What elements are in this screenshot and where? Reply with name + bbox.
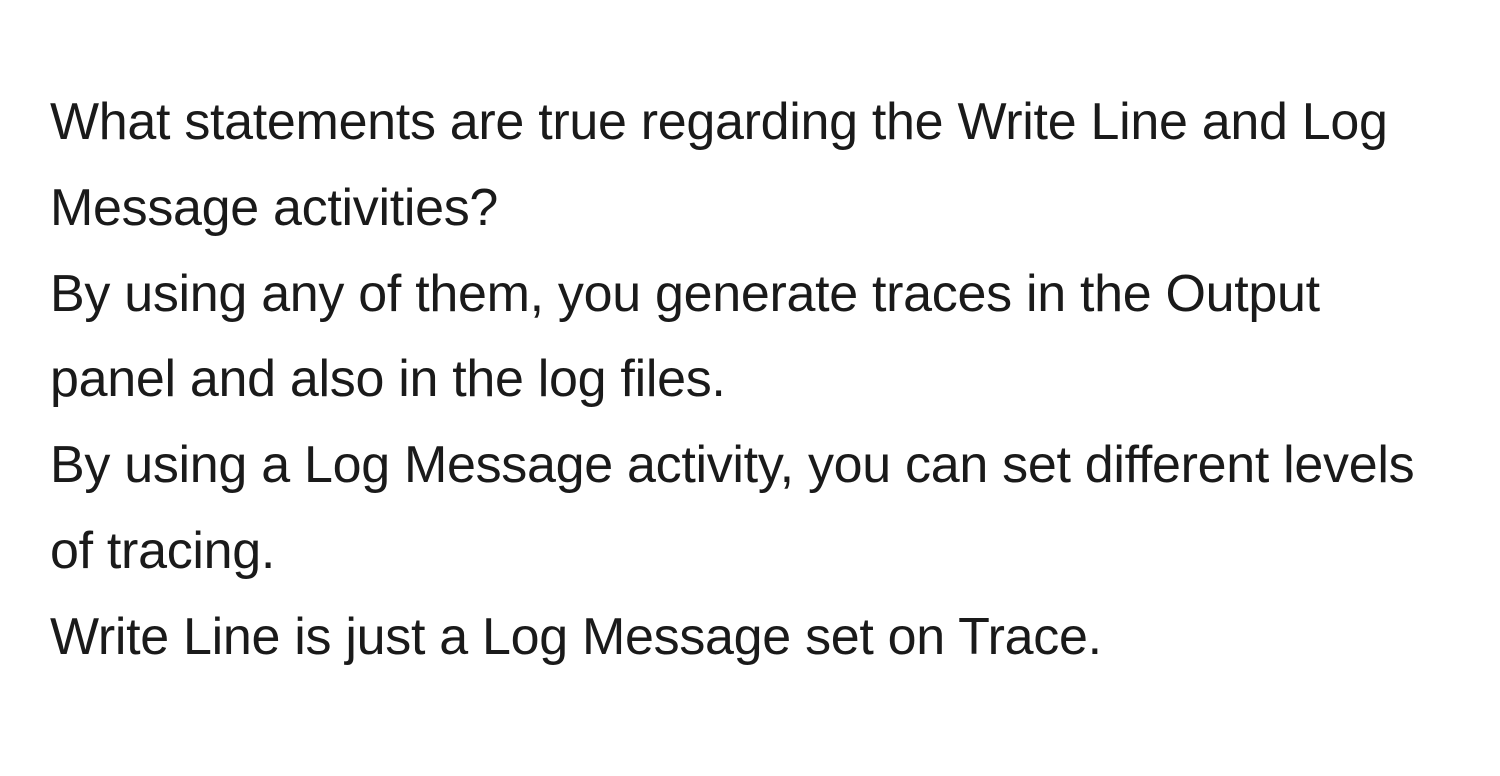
option-1-text: By using any of them, you generate trace…	[50, 252, 1450, 424]
question-text: What statements are true regarding the W…	[50, 80, 1450, 252]
option-3-text: Write Line is just a Log Message set on …	[50, 595, 1450, 681]
option-2-text: By using a Log Message activity, you can…	[50, 423, 1450, 595]
question-content: What statements are true regarding the W…	[50, 80, 1450, 681]
